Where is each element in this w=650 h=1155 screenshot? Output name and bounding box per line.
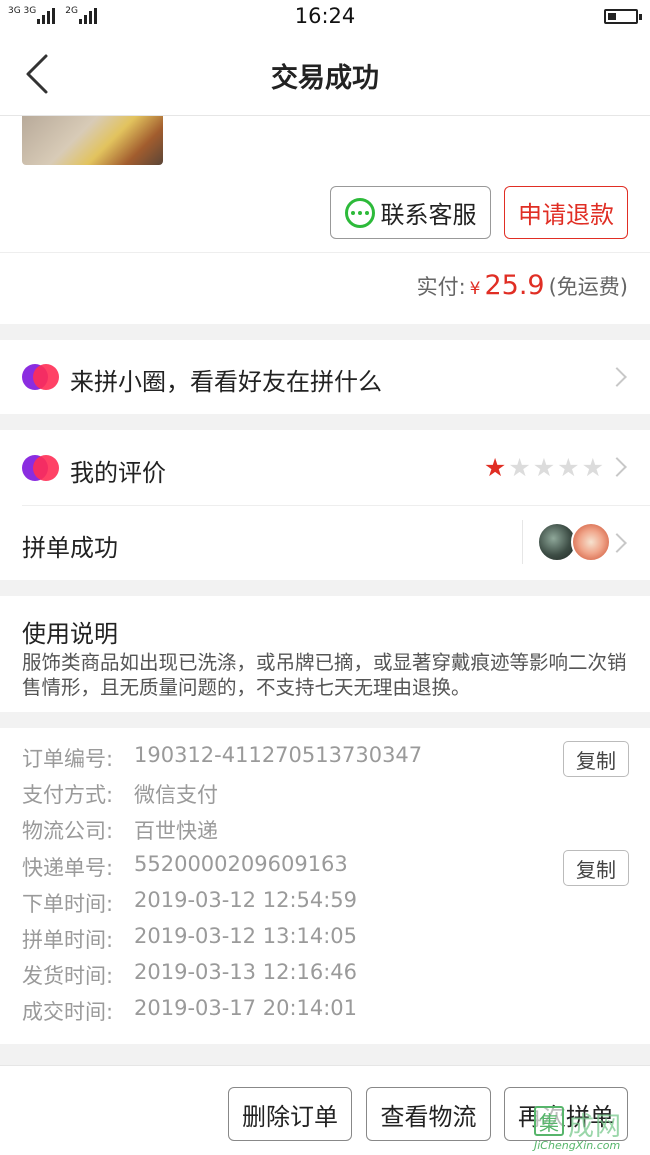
order-info-key: 物流公司:	[22, 819, 114, 844]
copy-tracking-number-button[interactable]: 复制	[563, 850, 629, 886]
copy-order-number-button[interactable]: 复制	[563, 741, 629, 777]
watermark: 集 成网 JiChengXin.com	[530, 1104, 650, 1155]
shipping-note: (免运费)	[548, 275, 628, 299]
contact-service-label: 联系客服	[380, 201, 477, 229]
refund-label: 申请退款	[518, 201, 614, 229]
order-info-key: 支付方式:	[22, 783, 114, 808]
delete-order-button[interactable]: 删除订单	[228, 1087, 352, 1141]
view-logistics-button[interactable]: 查看物流	[366, 1087, 491, 1141]
watermark-url: JiChengXin.com	[534, 1139, 621, 1152]
star-empty-icon[interactable]: ★	[508, 455, 530, 480]
order-info-value: 2019-03-12 13:14:05	[134, 924, 358, 948]
order-info-key: 快递单号:	[22, 855, 114, 880]
clock: 16:24	[294, 4, 356, 28]
chat-icon	[344, 197, 375, 228]
star-empty-icon[interactable]: ★	[582, 455, 604, 480]
group-members[interactable]	[522, 520, 611, 564]
contact-service-button[interactable]: 联系客服	[330, 186, 491, 239]
order-info-key: 下单时间:	[22, 891, 114, 916]
pinduoduo-logo-icon	[22, 364, 59, 390]
battery-level	[608, 13, 616, 20]
nav-bar: 交易成功	[0, 34, 650, 116]
order-info-row: 订单编号: 190312-411270513730347	[22, 743, 422, 773]
star-filled-icon[interactable]: ★	[484, 455, 506, 480]
order-info-key: 发货时间:	[22, 964, 114, 989]
rating-stars[interactable]: ★ ★ ★ ★ ★	[484, 455, 604, 480]
order-info-row: 物流公司: 百世快递	[22, 815, 218, 845]
order-info-row: 成交时间: 2019-03-17 20:14:01	[22, 996, 357, 1026]
order-info-value: 2019-03-12 12:54:59	[134, 887, 358, 912]
order-info-row: 下单时间: 2019-03-12 12:54:59	[22, 888, 357, 918]
star-empty-icon[interactable]: ★	[557, 455, 579, 480]
order-info-key: 成交时间:	[22, 1000, 114, 1025]
divider	[0, 252, 650, 253]
circle-label: 来拼小圈，看看好友在拼什么	[70, 368, 382, 396]
review-label[interactable]: 我的评价	[70, 453, 166, 488]
order-info-value: 2019-03-13 12:16:46	[134, 960, 358, 985]
order-info-value: 百世快递	[134, 819, 218, 844]
payment-summary: 实付: ¥ 25.9 (免运费)	[417, 270, 628, 301]
product-thumbnail[interactable]	[22, 116, 163, 165]
order-info-key: 拼单时间:	[22, 928, 114, 952]
refund-button[interactable]: 申请退款	[504, 186, 628, 239]
watermark-text: 成网	[568, 1112, 623, 1142]
order-info-key: 订单编号:	[22, 747, 114, 771]
pinduoduo-logo-icon	[22, 455, 59, 481]
order-info-value: 微信支付	[134, 783, 218, 808]
usage-title: 使用说明	[22, 620, 118, 648]
order-info-value: 190312-411270513730347	[134, 743, 423, 767]
divider	[22, 505, 650, 506]
currency-symbol: ¥	[469, 279, 481, 299]
status-bar: 3G 3G 2G 16:24	[0, 0, 650, 34]
order-info-value: 2019-03-17 20:14:01	[134, 996, 358, 1021]
payment-label: 实付:	[416, 275, 466, 299]
payment-amount: 25.9	[484, 270, 545, 301]
page-title: 交易成功	[271, 63, 379, 94]
order-info-row: 支付方式: 微信支付	[22, 779, 218, 809]
group-success-label[interactable]: 拼单成功	[22, 528, 118, 563]
order-info-value: 5520000209609163	[134, 851, 348, 876]
avatar	[571, 522, 611, 562]
battery-icon	[604, 9, 642, 24]
watermark-logo: 集	[534, 1106, 564, 1136]
order-info-row: 发货时间: 2019-03-13 12:16:46	[22, 960, 357, 990]
star-empty-icon[interactable]: ★	[533, 455, 555, 480]
order-info-row: 快递单号: 5520000209609163	[22, 852, 348, 882]
order-info-row: 拼单时间: 2019-03-12 13:14:05	[22, 924, 357, 954]
usage-text: 服饰类商品如出现已洗涤，或吊牌已摘，或显著穿戴痕迹等影响二次销售情形，且无质量问…	[22, 651, 627, 699]
